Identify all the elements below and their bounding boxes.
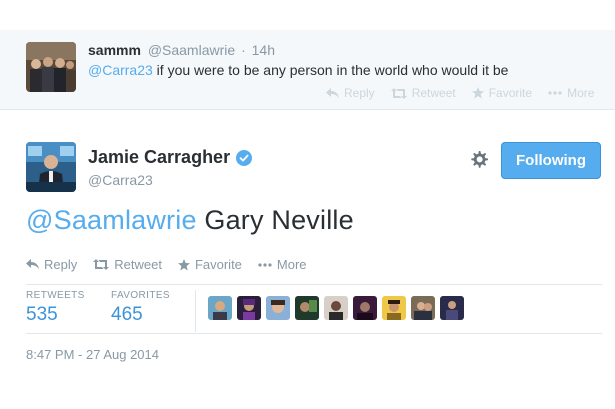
main-reply-label: Reply [44, 257, 78, 272]
retweets-stat[interactable]: RETWEETS 535 [26, 290, 85, 326]
retweet-icon [93, 259, 110, 270]
main-retweet-label: Retweet [114, 257, 162, 272]
main-mention-link[interactable]: @Saamlawrie [26, 205, 197, 235]
main-reply-button[interactable]: Reply [26, 257, 77, 272]
main-more-button[interactable]: More [258, 257, 307, 272]
reply-favorite-button[interactable]: Favorite [471, 86, 533, 100]
gear-icon[interactable] [467, 148, 491, 172]
main-author-name[interactable]: Jamie Carragher [88, 147, 230, 168]
reply-body: if you were to be any person in the worl… [152, 62, 509, 78]
main-tweet-text: @Saamlawrie Gary Neville [26, 205, 354, 236]
reply-header: sammm @Saamlawrie · 14h [88, 42, 275, 58]
favorites-count: 465 [111, 304, 143, 325]
main-more-label: More [276, 257, 307, 272]
favoriter-avatar[interactable] [382, 296, 406, 320]
reply-reply-label: Reply [344, 86, 375, 100]
more-dots-icon [548, 91, 562, 95]
favoriter-avatar[interactable] [208, 296, 232, 320]
reply-tweet: sammm @Saamlawrie · 14h @Carra23 if you … [0, 30, 615, 110]
favoriter-avatar[interactable] [411, 296, 435, 320]
favorite-star-icon [471, 87, 484, 99]
reply-retweet-label: Retweet [411, 86, 456, 100]
stats-bottom-divider [26, 333, 602, 334]
main-retweet-button[interactable]: Retweet [93, 257, 162, 272]
reply-retweet-button[interactable]: Retweet [390, 86, 456, 100]
retweets-label: RETWEETS [26, 290, 85, 301]
reply-icon [26, 259, 39, 270]
reply-author-handle[interactable]: @Saamlawrie [148, 42, 235, 58]
main-favorite-label: Favorite [194, 257, 242, 272]
reply-more-button[interactable]: More [548, 86, 594, 100]
favoriter-avatar[interactable] [295, 296, 319, 320]
main-author-handle[interactable]: @Carra23 [88, 172, 153, 188]
reply-more-label: More [567, 86, 595, 100]
main-author-name-row: Jamie Carragher [88, 147, 253, 168]
favoriter-avatars [208, 296, 464, 320]
favoriter-avatar[interactable] [266, 296, 290, 320]
favorites-stat[interactable]: FAVORITES 465 [111, 290, 170, 326]
favoriter-avatar[interactable] [237, 296, 261, 320]
stats-top-divider [26, 284, 602, 285]
reply-author-avatar[interactable] [26, 42, 76, 92]
main-tweet-body: Gary Neville [196, 205, 354, 235]
reply-favorite-label: Favorite [488, 86, 533, 100]
main-favorite-button[interactable]: Favorite [177, 257, 242, 272]
verified-badge-icon [236, 149, 253, 166]
reply-author-name[interactable]: sammm [88, 42, 141, 58]
reply-text: @Carra23 if you were to be any person in… [88, 62, 508, 78]
reply-mention-link[interactable]: @Carra23 [88, 62, 153, 78]
reply-time[interactable]: 14h [252, 42, 275, 58]
favoriter-avatar[interactable] [324, 296, 348, 320]
main-action-bar: Reply Retweet Favorite More [26, 257, 307, 272]
retweet-icon [390, 87, 407, 99]
favoriter-avatar[interactable] [440, 296, 464, 320]
reply-icon [326, 87, 339, 99]
favorite-star-icon [177, 258, 190, 271]
reply-reply-button[interactable]: Reply [326, 86, 375, 100]
favorites-label: FAVORITES [111, 290, 170, 301]
following-button[interactable]: Following [501, 142, 601, 179]
retweets-count: 535 [26, 304, 58, 325]
main-author-avatar[interactable] [26, 142, 76, 192]
more-dots-icon [258, 262, 272, 267]
favoriter-avatar[interactable] [353, 296, 377, 320]
reply-separator: · [241, 42, 246, 58]
reply-action-bar: Reply Retweet Favorite More [326, 86, 594, 100]
tweet-timestamp[interactable]: 8:47 PM - 27 Aug 2014 [26, 347, 159, 362]
stats-separator [195, 290, 196, 332]
